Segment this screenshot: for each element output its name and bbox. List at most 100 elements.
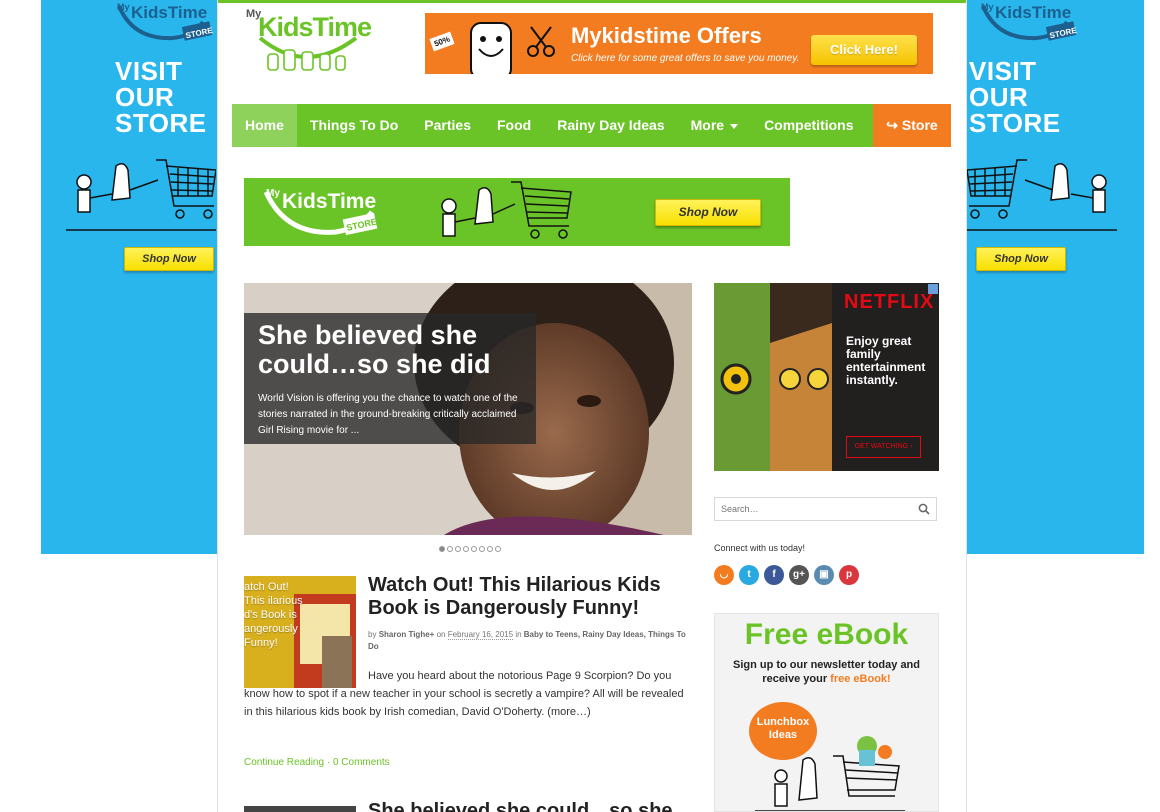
offers-banner-ad[interactable]: 50% Mykidstime Offers Click here for som… bbox=[425, 13, 933, 74]
shopping-cart-illustration bbox=[66, 159, 216, 231]
social-icons: ◡ t f g+ ▣ p bbox=[714, 565, 859, 585]
slider-dot[interactable] bbox=[471, 546, 477, 552]
ebook-text: Sign up to our newsletter today and rece… bbox=[715, 658, 938, 686]
nav-item-competitions[interactable]: Competitions bbox=[751, 104, 866, 147]
visit-line-1: VISIT bbox=[115, 56, 183, 86]
nav-item-things-to-do[interactable]: Things To Do bbox=[297, 104, 411, 147]
ebook-cart-illustration bbox=[755, 736, 905, 811]
scissors-icon bbox=[527, 26, 555, 57]
meta-by: by bbox=[368, 630, 377, 639]
shop-now-button[interactable]: Shop Now bbox=[655, 199, 761, 226]
nav-item-rainy-day-ideas[interactable]: Rainy Day Ideas bbox=[544, 104, 677, 147]
netflix-ad[interactable]: NETFLIX Enjoy great family entertainment… bbox=[714, 283, 939, 471]
search-box bbox=[714, 497, 937, 521]
skin-logo-kids: KidsTime bbox=[131, 3, 207, 22]
shop-now-button[interactable]: Shop Now bbox=[124, 247, 214, 271]
post-date: February 16, 2015 bbox=[447, 630, 514, 640]
slider-excerpt: World Vision is offering you the chance … bbox=[258, 393, 518, 436]
slider-dot[interactable] bbox=[487, 546, 493, 552]
shop-now-button[interactable]: Shop Now bbox=[976, 247, 1066, 271]
ebook-line-2a: receive your bbox=[762, 673, 831, 685]
free-ebook-widget[interactable]: Free eBook Sign up to our newsletter tod… bbox=[714, 613, 939, 812]
post-title[interactable]: Watch Out! This Hilarious Kids Book is D… bbox=[368, 574, 688, 620]
offers-title: Mykidstime Offers bbox=[571, 23, 762, 48]
meta-on: on bbox=[436, 630, 446, 639]
main-navigation: Home Things To Do Parties Food Rainy Day… bbox=[232, 104, 951, 147]
google-plus-icon[interactable]: g+ bbox=[789, 565, 809, 585]
slider-dot[interactable] bbox=[455, 546, 461, 552]
click-here-button[interactable]: Click Here! bbox=[811, 35, 917, 65]
get-watching-button[interactable]: GET WATCHING › bbox=[846, 436, 921, 458]
site-logo[interactable]: My KidsTime bbox=[244, 6, 372, 76]
slider-dot[interactable] bbox=[447, 546, 453, 552]
ebook-line-2b: free eBook! bbox=[830, 673, 891, 685]
cartoon-face-icon bbox=[470, 22, 512, 74]
visit-line-3: STORE bbox=[969, 108, 1061, 138]
right-store-skin-ad[interactable]: My KidsTime STORE VISIT OUR STORE Shop N… bbox=[967, 0, 1144, 554]
excerpt-text: Have you heard about the notorious Page … bbox=[244, 670, 684, 718]
skin-logo-kids: KidsTime bbox=[995, 3, 1071, 22]
lemur-and-cat-illustration bbox=[714, 283, 832, 471]
search-input[interactable] bbox=[715, 498, 905, 520]
rss-icon[interactable]: ◡ bbox=[714, 565, 734, 585]
post-author[interactable]: Sharon Tighe+ bbox=[379, 630, 435, 639]
netflix-logo: NETFLIX bbox=[844, 291, 935, 313]
kidstime-store-logo: My KidsTime STORE bbox=[981, 2, 1077, 41]
shopping-cart-illustration bbox=[441, 181, 572, 239]
slider-dot[interactable] bbox=[479, 546, 485, 552]
featured-slider[interactable]: She believed she could…so she did World … bbox=[244, 283, 692, 535]
visit-line-2: OUR bbox=[115, 82, 175, 112]
slider-pagination bbox=[439, 546, 501, 552]
adchoices-icon[interactable] bbox=[928, 284, 938, 294]
slider-dot[interactable] bbox=[463, 546, 469, 552]
post-meta: by Sharon Tighe+ on February 16, 2015 in… bbox=[368, 629, 698, 653]
nav-item-home[interactable]: Home bbox=[232, 104, 297, 147]
visit-line-3: STORE bbox=[115, 108, 207, 138]
netflix-tagline: Enjoy great family entertainment instant… bbox=[846, 334, 926, 387]
instagram-icon[interactable]: ▣ bbox=[814, 565, 834, 585]
page: My KidsTime STORE VISIT OUR STORE Shop N… bbox=[0, 0, 1160, 812]
facebook-icon[interactable]: f bbox=[764, 565, 784, 585]
link-separator: · bbox=[326, 757, 331, 768]
post-excerpt: Have you heard about the notorious Page … bbox=[244, 667, 684, 721]
shopping-cart-illustration bbox=[967, 159, 1117, 231]
slider-dot[interactable] bbox=[439, 546, 445, 552]
visit-line-1: VISIT bbox=[969, 56, 1037, 86]
banner-logo-my: My bbox=[266, 188, 280, 199]
logo-family-figures-icon bbox=[258, 36, 358, 71]
store-banner-ad[interactable]: My KidsTime STORE Shop Now bbox=[244, 178, 790, 246]
chevron-down-icon bbox=[730, 123, 739, 129]
discount-tag: 50% bbox=[429, 31, 455, 52]
visit-our-store-text: VISIT OUR STORE bbox=[969, 58, 1061, 136]
connect-heading: Connect with us today! bbox=[714, 543, 806, 553]
ebook-line-1: Sign up to our newsletter today and bbox=[732, 659, 920, 671]
slider-title[interactable]: She believed she could…so she did bbox=[258, 321, 522, 379]
continue-reading-link[interactable]: Continue Reading bbox=[244, 757, 324, 768]
offers-subtitle: Click here for some great offers to save… bbox=[571, 53, 800, 64]
visit-our-store-text: VISIT OUR STORE bbox=[115, 58, 207, 136]
post-thumbnail[interactable] bbox=[244, 806, 356, 812]
comments-link[interactable]: 0 Comments bbox=[333, 757, 390, 768]
skin-logo-my: My bbox=[117, 2, 130, 12]
kidstime-store-logo: My KidsTime STORE bbox=[117, 2, 213, 41]
ebook-title: Free eBook bbox=[744, 618, 909, 651]
post-links: Continue Reading · 0 Comments bbox=[244, 757, 390, 768]
netflix-ad-characters-image bbox=[714, 283, 832, 471]
thumbnail-text: atch Out! This ilarious d's Book is ange… bbox=[244, 581, 303, 649]
twitter-icon[interactable]: t bbox=[739, 565, 759, 585]
banner-logo-kids: KidsTime bbox=[282, 190, 376, 213]
nav-more-label: More bbox=[690, 117, 725, 133]
main-content-column: My KidsTime 50% Mykidstime Offers Click … bbox=[217, 0, 967, 812]
nav-item-parties[interactable]: Parties bbox=[411, 104, 484, 147]
pinterest-icon[interactable]: p bbox=[839, 565, 859, 585]
slider-dot[interactable] bbox=[495, 546, 501, 552]
nav-store-button[interactable]: ↪ Store bbox=[873, 104, 951, 147]
nav-item-more[interactable]: More bbox=[678, 104, 751, 147]
nav-item-food[interactable]: Food bbox=[484, 104, 544, 147]
visit-line-2: OUR bbox=[969, 82, 1029, 112]
slider-caption: She believed she could…so she did World … bbox=[244, 313, 536, 444]
search-icon[interactable] bbox=[918, 503, 930, 515]
skin-logo-my: My bbox=[981, 2, 994, 12]
post-title[interactable]: She believed she could…so she bbox=[368, 800, 673, 812]
left-store-skin-ad[interactable]: My KidsTime STORE VISIT OUR STORE Shop N… bbox=[41, 0, 218, 554]
